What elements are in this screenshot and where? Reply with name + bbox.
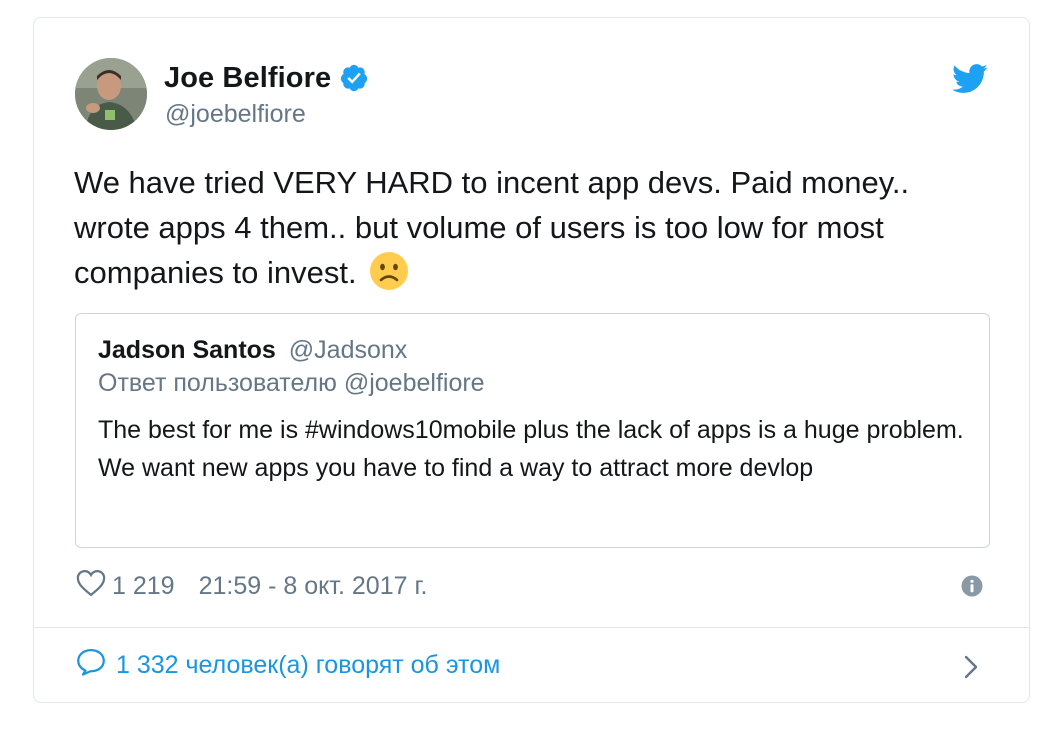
tweet-card: Joe Belfiore @joebelfiore We have tried … [33,17,1030,703]
verified-badge-icon [339,63,369,93]
info-icon[interactable] [961,575,983,597]
author-name[interactable]: Joe Belfiore [164,62,331,95]
quoted-tweet[interactable]: Jadson Santos @Jadsonx Ответ пользовател… [75,313,990,548]
avatar-image [75,58,147,130]
author-row: Joe Belfiore [164,58,369,98]
quoted-reply-to: Ответ пользователю @joebelfiore [98,369,485,397]
quoted-author-handle: @Jadsonx [288,336,408,364]
tweet-body: We have tried VERY HARD to incent app de… [74,165,910,290]
quoted-text: The best for me is #windows10mobile plus… [98,416,964,482]
twitter-bird-icon[interactable] [952,63,988,95]
conversation-label: 1 332 человек(а) говорят об этом [116,650,501,679]
tweet-text: We have tried VERY HARD to incent app de… [74,160,974,295]
avatar[interactable] [75,58,147,130]
chevron-right-icon[interactable] [962,654,980,680]
quoted-author-name: Jadson Santos [98,336,276,364]
author-handle[interactable]: @joebelfiore [165,100,306,129]
heart-icon[interactable] [76,569,112,604]
like-count[interactable]: 1 219 [112,572,175,601]
sad-face-emoji [369,251,409,291]
timestamp[interactable]: 21:59 - 8 окт. 2017 г. [199,572,428,601]
quoted-header: Jadson Santos @Jadsonx [98,336,407,365]
speech-bubble-icon [76,648,116,683]
tweet-meta: 1 219 21:59 - 8 окт. 2017 г. [76,569,428,604]
conversation-link[interactable]: 1 332 человек(а) говорят об этом [76,648,500,682]
divider [34,627,1029,628]
